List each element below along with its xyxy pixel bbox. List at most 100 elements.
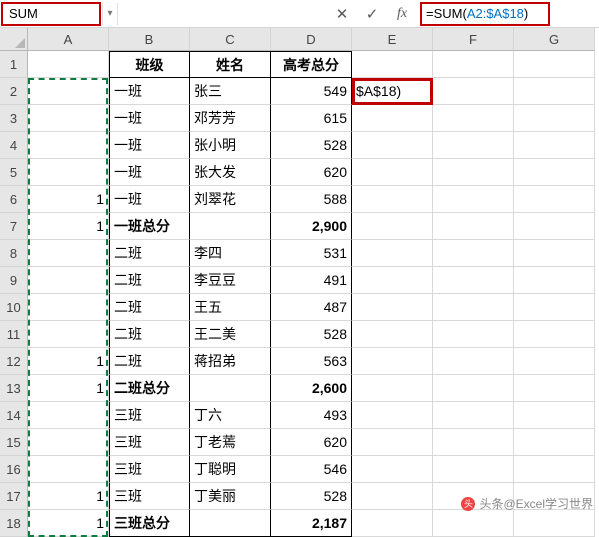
cell[interactable]: 一班	[109, 78, 190, 105]
cell[interactable]	[352, 375, 433, 402]
name-box-dropdown-icon[interactable]: ▾	[102, 3, 118, 25]
row-header[interactable]: 16	[0, 456, 28, 483]
cell[interactable]	[352, 51, 433, 78]
cell[interactable]: 刘翠花	[190, 186, 271, 213]
row-header[interactable]: 12	[0, 348, 28, 375]
column-header[interactable]: B	[109, 28, 190, 51]
cell[interactable]: 620	[271, 429, 352, 456]
cell[interactable]: 二班总分	[109, 375, 190, 402]
cell[interactable]: 一班	[109, 132, 190, 159]
cell[interactable]: 邓芳芳	[190, 105, 271, 132]
cell[interactable]	[28, 294, 109, 321]
cell[interactable]	[514, 213, 595, 240]
cell[interactable]	[514, 375, 595, 402]
cell[interactable]: 一班	[109, 105, 190, 132]
formula-input[interactable]: =SUM(A2:$A$18)	[420, 2, 550, 26]
cell[interactable]: 528	[271, 321, 352, 348]
cell[interactable]	[352, 105, 433, 132]
cell[interactable]	[352, 213, 433, 240]
cell[interactable]	[433, 132, 514, 159]
cell[interactable]: 588	[271, 186, 352, 213]
cell[interactable]	[352, 294, 433, 321]
cell[interactable]	[514, 78, 595, 105]
cell[interactable]	[433, 240, 514, 267]
cell[interactable]	[352, 159, 433, 186]
cell[interactable]: 549	[271, 78, 352, 105]
cell[interactable]	[28, 132, 109, 159]
cell[interactable]: 三班	[109, 456, 190, 483]
cell[interactable]: 531	[271, 240, 352, 267]
grid[interactable]: 班级姓名高考总分一班张三549$A$18)一班邓芳芳615一班张小明528一班张…	[28, 51, 595, 537]
cell[interactable]	[514, 159, 595, 186]
cell[interactable]: 李四	[190, 240, 271, 267]
cell[interactable]: 2,600	[271, 375, 352, 402]
cell[interactable]	[514, 510, 595, 537]
cell[interactable]: 班级	[109, 51, 190, 78]
cell[interactable]: 丁六	[190, 402, 271, 429]
cell[interactable]: 高考总分	[271, 51, 352, 78]
cell[interactable]	[28, 78, 109, 105]
cell[interactable]	[514, 321, 595, 348]
cell[interactable]	[433, 429, 514, 456]
cell[interactable]	[28, 159, 109, 186]
cell[interactable]: 丁美丽	[190, 483, 271, 510]
cell[interactable]: 三班总分	[109, 510, 190, 537]
cell[interactable]	[190, 510, 271, 537]
row-header[interactable]: 1	[0, 51, 28, 78]
row-header[interactable]: 18	[0, 510, 28, 537]
row-header[interactable]: 6	[0, 186, 28, 213]
row-header[interactable]: 10	[0, 294, 28, 321]
cell[interactable]	[433, 105, 514, 132]
cell[interactable]	[352, 267, 433, 294]
cell[interactable]: 二班	[109, 321, 190, 348]
cell[interactable]	[433, 186, 514, 213]
cell[interactable]: 一班总分	[109, 213, 190, 240]
insert-function-icon[interactable]: fx	[388, 2, 416, 26]
cell[interactable]	[433, 294, 514, 321]
cell[interactable]	[514, 240, 595, 267]
select-all-corner[interactable]	[0, 28, 28, 51]
cell[interactable]	[190, 375, 271, 402]
cell[interactable]	[433, 348, 514, 375]
cell[interactable]: 姓名	[190, 51, 271, 78]
cell[interactable]: 615	[271, 105, 352, 132]
column-header[interactable]: A	[28, 28, 109, 51]
cell[interactable]: 493	[271, 402, 352, 429]
name-box[interactable]: SUM	[1, 2, 101, 26]
cell[interactable]	[352, 132, 433, 159]
row-header[interactable]: 15	[0, 429, 28, 456]
cell[interactable]	[28, 51, 109, 78]
cell[interactable]: 二班	[109, 240, 190, 267]
cell[interactable]	[433, 159, 514, 186]
cell[interactable]: 三班	[109, 402, 190, 429]
cell[interactable]	[514, 105, 595, 132]
cell[interactable]: 二班	[109, 348, 190, 375]
cell[interactable]	[514, 402, 595, 429]
column-header[interactable]: C	[190, 28, 271, 51]
row-header[interactable]: 3	[0, 105, 28, 132]
cell[interactable]: 1	[28, 186, 109, 213]
cell[interactable]: 2,187	[271, 510, 352, 537]
row-header[interactable]: 17	[0, 483, 28, 510]
row-header[interactable]: 11	[0, 321, 28, 348]
cell[interactable]: 三班	[109, 483, 190, 510]
cell[interactable]	[28, 456, 109, 483]
cell[interactable]: 1	[28, 213, 109, 240]
cell[interactable]	[433, 51, 514, 78]
cell[interactable]	[352, 402, 433, 429]
cell[interactable]: 546	[271, 456, 352, 483]
cell[interactable]	[352, 510, 433, 537]
cell[interactable]: 张三	[190, 78, 271, 105]
cell[interactable]	[28, 105, 109, 132]
cell[interactable]	[352, 456, 433, 483]
cell[interactable]	[352, 240, 433, 267]
cell[interactable]: 528	[271, 483, 352, 510]
row-header[interactable]: 2	[0, 78, 28, 105]
cell[interactable]: 张小明	[190, 132, 271, 159]
cell[interactable]	[28, 402, 109, 429]
cell[interactable]	[352, 429, 433, 456]
row-header[interactable]: 8	[0, 240, 28, 267]
cell[interactable]: 王五	[190, 294, 271, 321]
cell[interactable]: 二班	[109, 267, 190, 294]
column-header[interactable]: G	[514, 28, 595, 51]
